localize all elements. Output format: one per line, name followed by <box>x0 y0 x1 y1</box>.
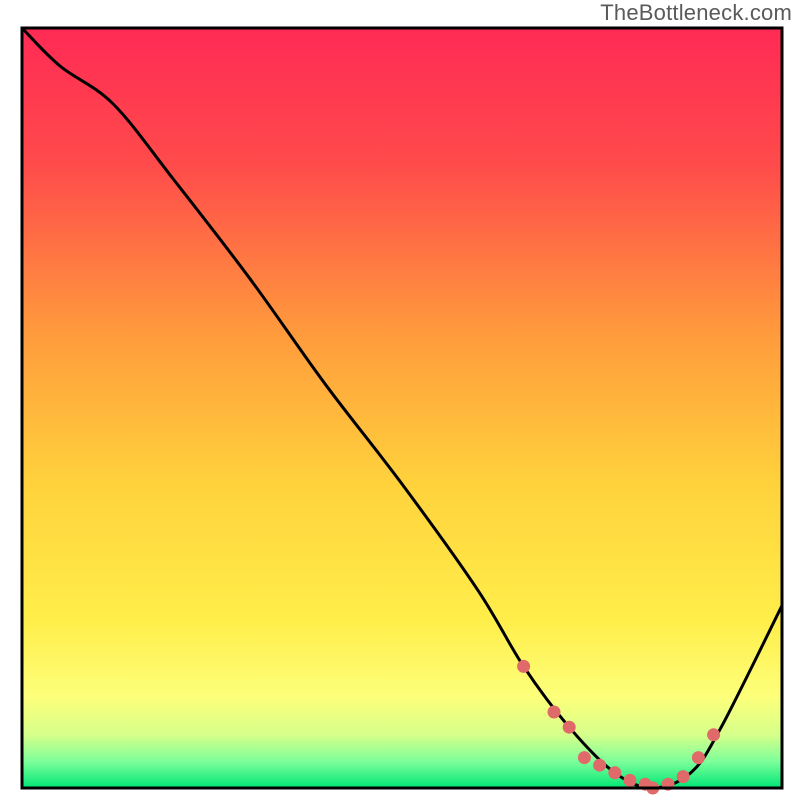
gradient-background <box>22 28 782 788</box>
valley-dot <box>707 728 720 741</box>
bottleneck-chart <box>0 0 800 800</box>
valley-dot <box>548 706 561 719</box>
valley-dot <box>517 660 530 673</box>
valley-dot <box>692 751 705 764</box>
valley-dot <box>593 759 606 772</box>
valley-dot <box>608 766 621 779</box>
valley-dot <box>563 721 576 734</box>
chart-container: TheBottleneck.com <box>0 0 800 800</box>
valley-dot <box>677 770 690 783</box>
valley-dot <box>624 774 637 787</box>
valley-dot <box>578 751 591 764</box>
